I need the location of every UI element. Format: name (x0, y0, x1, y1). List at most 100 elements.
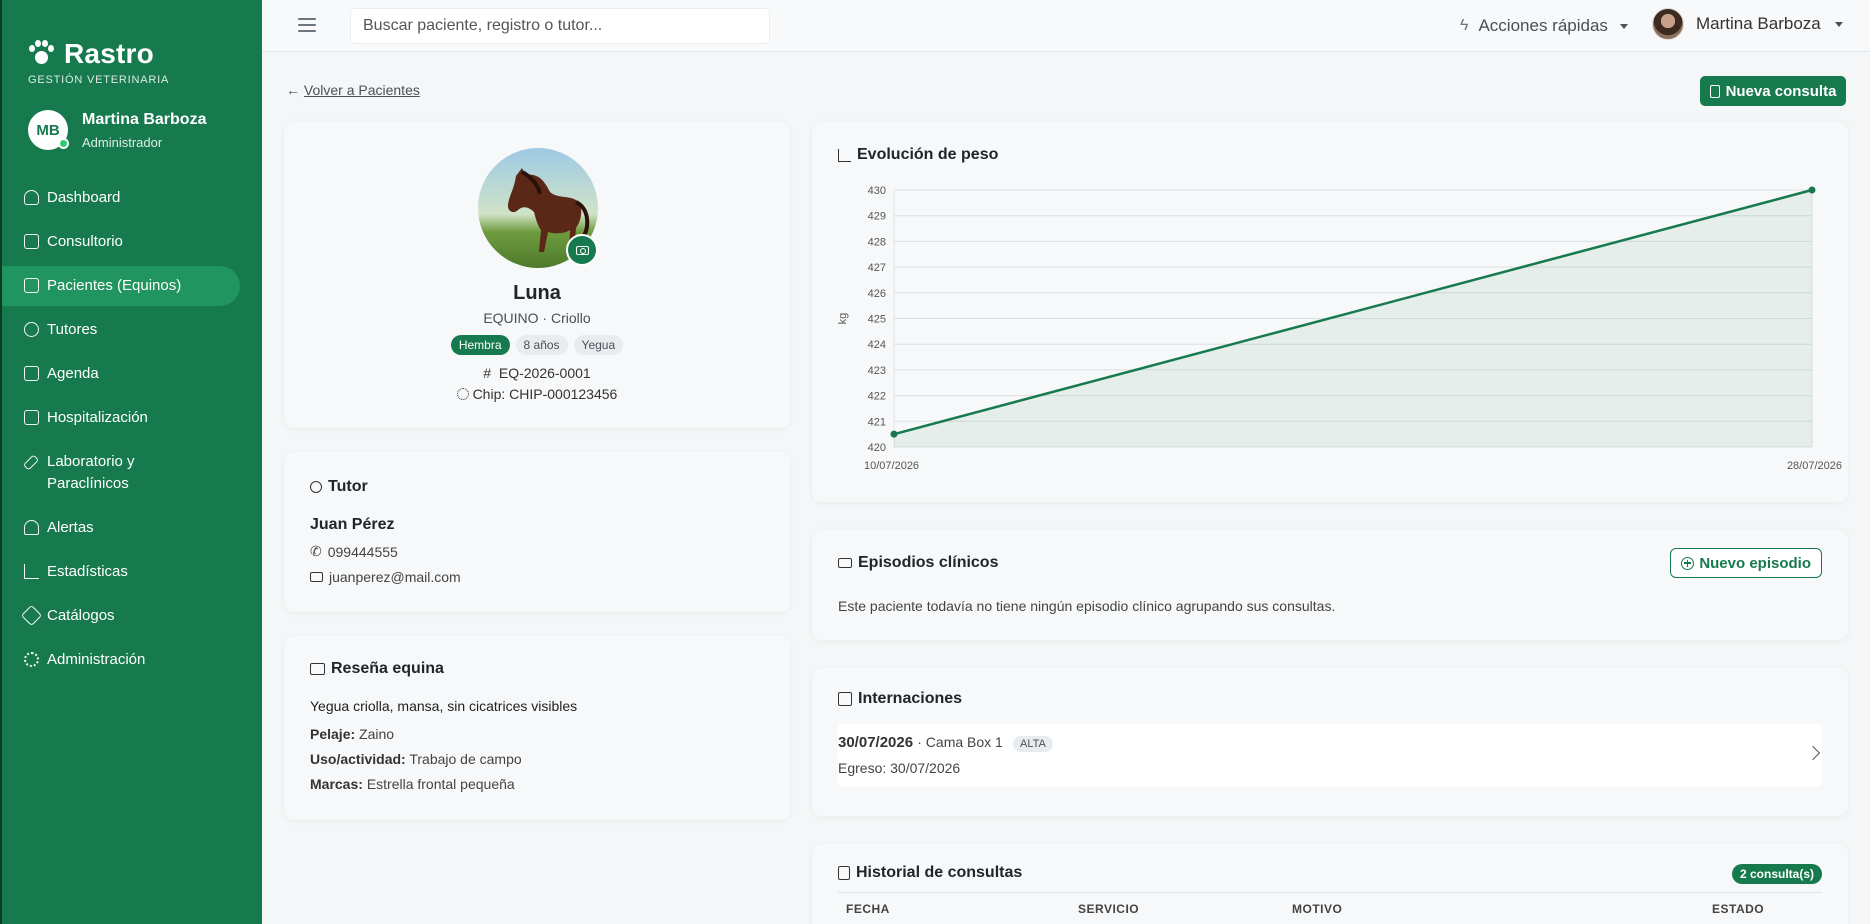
pelaje-label: Pelaje: (310, 726, 356, 742)
sidebar-item-label: Consultorio (47, 233, 123, 250)
avatar: MB (28, 110, 69, 150)
column-header-motivo[interactable]: MOTIVO (1292, 902, 1342, 916)
syringe-icon (22, 454, 40, 471)
avatar-initials: MB (36, 121, 60, 139)
top-user-name: Martina Barboza (1696, 14, 1821, 33)
tutor-card: Tutor Juan Pérez ✆ 099444555 juanperez@m… (284, 452, 790, 612)
brand[interactable]: Rastro (26, 38, 154, 70)
gauge-icon (24, 190, 39, 205)
resena-title: Reseña equina (310, 660, 444, 678)
weight-chart: 420 421 422 423 424 425 426 427 428 429 430 kg 10/07… (837, 185, 1842, 472)
y-tick-label: 420 (868, 442, 886, 454)
camera-icon[interactable] (566, 234, 598, 266)
back-link[interactable]: ← Volver a Pacientes (286, 82, 420, 98)
tutor-phone[interactable]: ✆ 099444555 (310, 543, 398, 560)
quick-actions-label: Acciones rápidas (1478, 16, 1608, 35)
sidebar-item-label: Laboratorio y Paraclínicos (47, 453, 135, 492)
sidebar-item-administracion[interactable]: Administración (2, 640, 264, 680)
hierarchy-icon (838, 558, 852, 568)
tag-icon (20, 604, 43, 627)
sidebar-item-label: Tutores (47, 321, 98, 338)
patient-chip: Chip: CHIP-000123456 (284, 386, 790, 402)
sidebar-item-label: Catálogos (47, 607, 115, 624)
age-badge: 8 años (515, 335, 568, 355)
resena-description: Yegua criolla, mansa, sin cicatrices vis… (310, 698, 578, 714)
resena-uso: Uso/actividad: Trabajo de campo (310, 751, 522, 767)
tutor-email[interactable]: juanperez@mail.com (310, 569, 461, 585)
tutor-name[interactable]: Juan Pérez (310, 516, 394, 534)
sidebar-item-agenda[interactable]: Agenda (2, 354, 264, 394)
sidebar-item-consultorio[interactable]: Consultorio (2, 222, 264, 262)
bell-icon (24, 520, 39, 535)
search-input[interactable] (350, 8, 770, 44)
y-axis-label: kg (837, 313, 849, 325)
new-episode-label: Nuevo episodio (1699, 554, 1811, 572)
y-tick-label: 428 (868, 236, 886, 248)
hospital-icon (24, 410, 39, 425)
sidebar-item-catalogos[interactable]: Catálogos (2, 596, 264, 636)
sidebar-item-dashboard[interactable]: Dashboard (2, 178, 264, 218)
internacion-date: 30/07/2026 (838, 734, 914, 751)
table-divider (838, 892, 1822, 893)
arrow-left-icon: ← (286, 82, 300, 98)
sidebar-item-label: Hospitalización (47, 409, 148, 426)
sex-badge: Hembra (450, 335, 510, 355)
new-consult-label: Nueva consulta (1725, 82, 1837, 100)
sidebar-item-alertas[interactable]: Alertas (2, 508, 264, 548)
hash-icon: # (483, 365, 492, 381)
internaciones-title: Internaciones (838, 690, 962, 708)
column-header-fecha[interactable]: FECHA (846, 902, 890, 916)
patient-badges: Hembra 8 años Yegua (284, 335, 790, 355)
sidebar-item-estadisticas[interactable]: Estadísticas (2, 552, 264, 592)
y-tick-label: 421 (868, 416, 886, 428)
marcas-label: Marcas: (310, 776, 363, 792)
y-tick-label: 425 (868, 314, 886, 326)
episodes-title-text: Episodios clínicos (858, 554, 999, 571)
clipboard-plus-icon (1709, 84, 1720, 98)
user-menu-dropdown[interactable]: Martina Barboza (1652, 8, 1843, 40)
resena-card: Reseña equina Yegua criolla, mansa, sin … (284, 636, 790, 820)
sidebar-item-laboratorio[interactable]: Laboratorio y Paraclínicos (2, 442, 264, 504)
sidebar-item-tutores[interactable]: Tutores (2, 310, 264, 350)
user-avatar (1652, 8, 1684, 40)
person-icon (310, 481, 322, 493)
patient-species: EQUINO · Criollo (483, 310, 591, 326)
patient-name: Luna (513, 282, 561, 304)
resena-pelaje: Pelaje: Zaino (310, 726, 394, 742)
x-tick-label: 28/07/2026 (1787, 460, 1842, 472)
column-header-servicio[interactable]: SERVICIO (1078, 902, 1139, 916)
sidebar-item-label: Alertas (47, 519, 94, 536)
internacion-summary: 30/07/2026 · Cama Box 1 ALTA (838, 734, 1053, 752)
quick-actions-dropdown[interactable]: ϟ Acciones rápidas (1460, 16, 1628, 36)
sidebar-item-label: Agenda (47, 365, 99, 382)
hospital-icon (838, 692, 852, 706)
sidebar-user-card: MB Martina Barboza Administrador (28, 110, 206, 150)
paw-icon (26, 39, 56, 69)
new-consult-button[interactable]: Nueva consulta (1700, 76, 1846, 106)
hamburger-menu-icon[interactable] (298, 18, 316, 32)
chevron-right-icon (1805, 745, 1821, 761)
internacion-row[interactable]: 30/07/2026 · Cama Box 1 ALTA Egreso: 30/… (838, 724, 1822, 786)
category-badge: Yegua (573, 335, 624, 355)
envelope-icon (310, 572, 323, 582)
uso-value: Trabajo de campo (409, 751, 522, 767)
sidebar-item-label: Pacientes (Equinos) (47, 277, 182, 294)
sidebar-item-pacientes[interactable]: Pacientes (Equinos) (2, 266, 240, 306)
history-title: Historial de consultas (838, 864, 1022, 882)
new-episode-button[interactable]: Nuevo episodio (1670, 548, 1822, 578)
topbar: ϟ Acciones rápidas Martina Barboza (262, 0, 1870, 52)
resena-marcas: Marcas: Estrella frontal pequeña (310, 776, 515, 792)
sidebar-item-label: Administración (47, 651, 146, 668)
sidebar-item-label: Estadísticas (47, 563, 128, 580)
pelaje-value: Zaino (359, 726, 395, 742)
status-badge: ALTA (1013, 736, 1053, 752)
document-icon (310, 663, 325, 675)
internaciones-card: Internaciones 30/07/2026 · Cama Box 1 AL… (812, 668, 1848, 816)
tutor-title-text: Tutor (328, 478, 368, 495)
people-icon (24, 322, 39, 337)
sidebar-item-hospitalizacion[interactable]: Hospitalización (2, 398, 264, 438)
y-tick-label: 426 (868, 288, 886, 300)
episodes-card: Episodios clínicos Nuevo episodio Este p… (812, 530, 1848, 640)
y-tick-label: 422 (868, 391, 886, 403)
column-header-estado[interactable]: ESTADO (1712, 902, 1764, 916)
